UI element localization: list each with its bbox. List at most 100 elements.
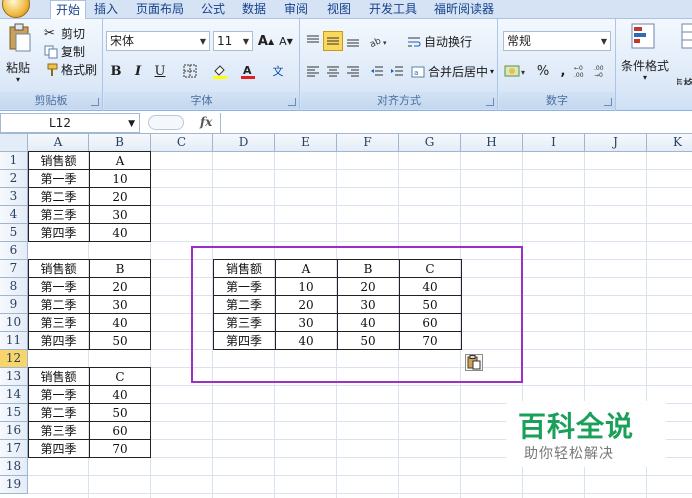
- bold-button[interactable]: B: [106, 61, 126, 81]
- table-a-header-label[interactable]: 销售额: [28, 152, 89, 170]
- font-launcher-icon[interactable]: [288, 98, 296, 106]
- phonetic-guide-icon[interactable]: 文: [268, 61, 288, 81]
- decrease-indent-icon[interactable]: [367, 61, 387, 81]
- table-a-cell[interactable]: 第二季: [28, 188, 89, 206]
- tab-insert[interactable]: 插入: [89, 0, 123, 19]
- format-painter-button[interactable]: 格式刷: [44, 61, 97, 78]
- table-a-cell[interactable]: 第三季: [28, 206, 89, 224]
- tab-home[interactable]: 开始: [50, 0, 87, 20]
- shrink-font-icon[interactable]: A ▼: [276, 31, 296, 51]
- font-name-combo[interactable]: 宋体 ▼: [106, 31, 210, 51]
- table-b-header-label[interactable]: 销售额: [28, 260, 89, 278]
- increase-indent-icon[interactable]: [387, 61, 407, 81]
- borders-icon[interactable]: [180, 61, 200, 81]
- row-header-3[interactable]: 3: [0, 188, 28, 206]
- cut-button[interactable]: ✂ 剪切: [44, 25, 85, 42]
- table-a-cell[interactable]: 第一季: [28, 170, 89, 188]
- name-box[interactable]: L12 ▼: [0, 113, 140, 133]
- tab-developer[interactable]: 开发工具: [364, 0, 422, 19]
- number-format-combo[interactable]: 常规 ▼: [503, 31, 611, 51]
- tab-page-layout[interactable]: 页面布局: [131, 0, 189, 19]
- italic-button[interactable]: I: [128, 61, 148, 81]
- decrease-decimal-icon[interactable]: .00 →0: [593, 61, 613, 81]
- tab-foxit-reader[interactable]: 福昕阅读器: [429, 0, 499, 19]
- row-header-5[interactable]: 5: [0, 224, 28, 242]
- copy-button[interactable]: 复制: [44, 43, 85, 60]
- table-c-cell[interactable]: 70: [89, 440, 151, 458]
- column-header-h[interactable]: H: [461, 134, 523, 152]
- orientation-icon[interactable]: ab ▾: [367, 31, 393, 51]
- comma-button[interactable]: ,: [553, 61, 573, 81]
- tab-data[interactable]: 数据: [237, 0, 271, 19]
- tab-formulas[interactable]: 公式: [196, 0, 230, 19]
- table-b-cell[interactable]: 第一季: [28, 278, 89, 296]
- clipboard-launcher-icon[interactable]: [91, 98, 99, 106]
- table-c-cell[interactable]: 50: [89, 404, 151, 422]
- column-header-c[interactable]: C: [151, 134, 213, 152]
- row-header-11[interactable]: 11: [0, 332, 28, 350]
- office-button[interactable]: [2, 0, 30, 18]
- underline-button[interactable]: U: [150, 61, 170, 81]
- increase-decimal-icon[interactable]: ←0.00: [573, 61, 593, 81]
- table-a-cell[interactable]: 10: [89, 170, 151, 188]
- row-header-19[interactable]: 19: [0, 476, 28, 494]
- column-header-d[interactable]: D: [213, 134, 275, 152]
- table-c-cell[interactable]: 60: [89, 422, 151, 440]
- table-c-cell[interactable]: 第四季: [28, 440, 89, 458]
- merge-center-button[interactable]: a 合并后居中 ▾: [411, 63, 494, 80]
- insert-function-icon[interactable]: fx: [200, 115, 212, 129]
- table-a-cell[interactable]: 30: [89, 206, 151, 224]
- row-header-18[interactable]: 18: [0, 458, 28, 476]
- align-top-icon[interactable]: [303, 31, 323, 51]
- table-c-cell[interactable]: 第三季: [28, 422, 89, 440]
- tab-view[interactable]: 视图: [322, 0, 356, 19]
- table-b-cell[interactable]: 20: [89, 278, 151, 296]
- row-header-9[interactable]: 9: [0, 296, 28, 314]
- table-b-header-series[interactable]: B: [89, 260, 151, 278]
- grow-font-icon[interactable]: A ▲: [256, 31, 276, 51]
- wrap-text-button[interactable]: 自动换行: [407, 33, 472, 50]
- table-b-cell[interactable]: 50: [89, 332, 151, 350]
- table-c-header-series[interactable]: C: [89, 368, 151, 386]
- column-header-a[interactable]: A: [28, 134, 89, 152]
- row-header-8[interactable]: 8: [0, 278, 28, 296]
- table-a-cell[interactable]: 第四季: [28, 224, 89, 242]
- align-middle-icon[interactable]: [323, 31, 343, 51]
- column-header-e[interactable]: E: [275, 134, 337, 152]
- table-b-cell[interactable]: 40: [89, 314, 151, 332]
- font-size-combo[interactable]: 11 ▼: [213, 31, 253, 51]
- font-color-icon[interactable]: A: [238, 61, 258, 81]
- tab-review[interactable]: 审阅: [279, 0, 313, 19]
- align-left-icon[interactable]: [303, 61, 323, 81]
- table-b-cell[interactable]: 第四季: [28, 332, 89, 350]
- align-bottom-icon[interactable]: [343, 31, 363, 51]
- table-b-cell[interactable]: 第三季: [28, 314, 89, 332]
- column-header-g[interactable]: G: [399, 134, 461, 152]
- select-all-corner[interactable]: [0, 134, 28, 152]
- align-center-icon[interactable]: [323, 61, 343, 81]
- row-header-15[interactable]: 15: [0, 404, 28, 422]
- table-a-header-series[interactable]: A: [89, 152, 151, 170]
- column-header-j[interactable]: J: [585, 134, 647, 152]
- table-c-cell[interactable]: 第二季: [28, 404, 89, 422]
- table-b-cell[interactable]: 第二季: [28, 296, 89, 314]
- row-header-14[interactable]: 14: [0, 386, 28, 404]
- alignment-launcher-icon[interactable]: [486, 98, 494, 106]
- column-header-b[interactable]: B: [89, 134, 151, 152]
- table-b-cell[interactable]: 30: [89, 296, 151, 314]
- paste-options-icon[interactable]: [465, 354, 483, 371]
- row-header-4[interactable]: 4: [0, 206, 28, 224]
- format-as-table-button[interactable]: 表格: [677, 23, 692, 85]
- fill-color-icon[interactable]: [210, 61, 230, 81]
- table-a-cell[interactable]: 40: [89, 224, 151, 242]
- formula-input[interactable]: [220, 113, 692, 133]
- row-header-17[interactable]: 17: [0, 440, 28, 458]
- row-header-16[interactable]: 16: [0, 422, 28, 440]
- row-header-12[interactable]: 12: [0, 350, 28, 368]
- table-c-header-label[interactable]: 销售额: [28, 368, 89, 386]
- column-header-f[interactable]: F: [337, 134, 399, 152]
- row-header-7[interactable]: 7: [0, 260, 28, 278]
- row-header-13[interactable]: 13: [0, 368, 28, 386]
- column-header-k[interactable]: K: [647, 134, 692, 152]
- percent-button[interactable]: %: [533, 61, 553, 81]
